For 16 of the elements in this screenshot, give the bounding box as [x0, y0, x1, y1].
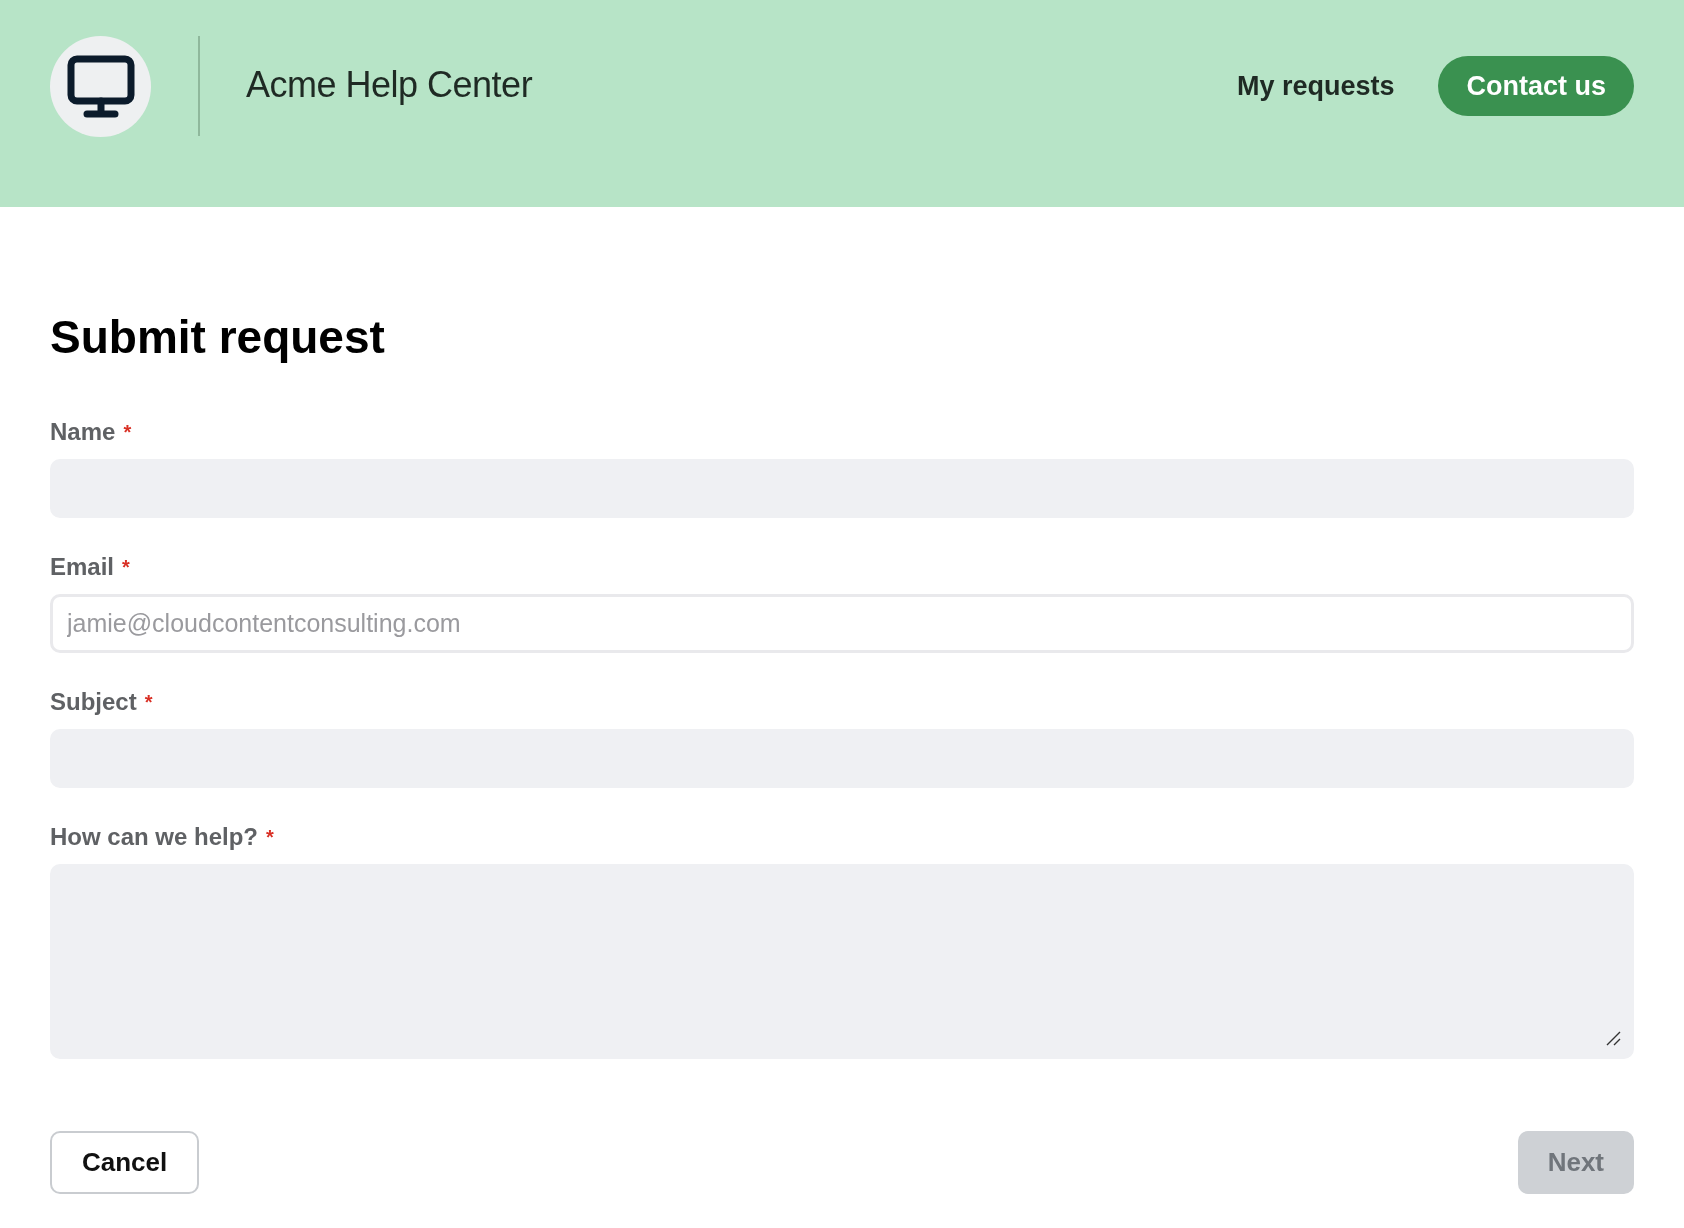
required-mark: *: [122, 555, 130, 580]
required-mark: *: [123, 420, 132, 445]
required-mark: *: [144, 690, 153, 715]
field-label: Email: [50, 554, 115, 580]
my-requests-link[interactable]: My requests: [1236, 65, 1395, 107]
page-heading: Submit request: [50, 311, 386, 363]
field-label: Name: [50, 419, 116, 445]
required-mark: *: [266, 825, 274, 850]
resize-handle-icon[interactable]: [1605, 1030, 1621, 1046]
text-input-field[interactable]: jamie@cloudcontentconsulting.com: [50, 594, 1634, 653]
contact-us-button[interactable]: Contact us: [1438, 56, 1634, 116]
field-label: Subject: [50, 689, 137, 715]
monitor-icon: [66, 54, 135, 119]
cancel-button[interactable]: Cancel: [50, 1131, 200, 1194]
site-title: Acme Help Center: [246, 63, 533, 107]
field-label: How can we help?: [50, 824, 259, 850]
